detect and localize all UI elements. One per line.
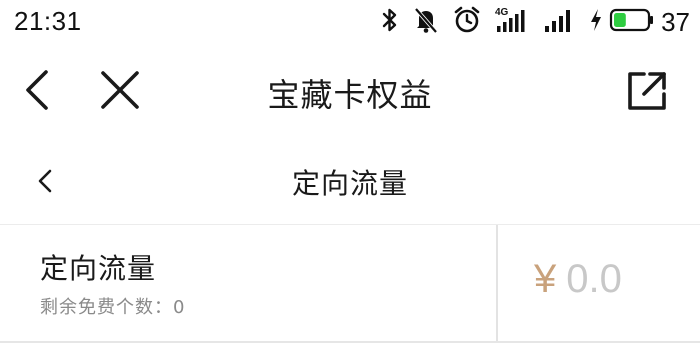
divider — [0, 341, 700, 343]
title-bar: 宝藏卡权益 — [0, 52, 700, 128]
share-button[interactable] — [624, 68, 670, 112]
benefit-remaining-count: 剩余免费个数：0 — [40, 297, 186, 318]
signal-4g-icon: 4G — [495, 6, 529, 38]
share-icon — [628, 72, 666, 110]
battery-icon — [609, 7, 655, 37]
price-amount: 0.0 — [566, 257, 622, 301]
page-title: 宝藏卡权益 — [267, 76, 433, 114]
price: ¥0.0 — [534, 257, 622, 302]
benefit-info[interactable]: 定向流量 剩余免费个数：0 — [0, 225, 496, 341]
sub-header: 定向流量 — [0, 140, 700, 222]
notifications-muted-icon — [413, 6, 439, 38]
battery-fill — [614, 13, 626, 27]
status-icons: 4G 37 — [367, 6, 690, 38]
sub-header-title: 定向流量 — [291, 167, 408, 200]
screen: 21:31 4G 37 宝藏卡权益 定向流量 定向流量 剩余免费个数：0 ¥ 0… — [0, 0, 700, 350]
bluetooth-icon — [381, 7, 399, 37]
price-button[interactable]: ¥0.0 — [498, 225, 700, 341]
benefit-card: 定向流量 剩余免费个数：0 ¥0.0 — [0, 225, 700, 343]
battery-level: 37 — [661, 6, 690, 37]
charging-icon — [589, 7, 603, 37]
alarm-icon — [453, 6, 481, 38]
status-time: 21:31 — [14, 6, 82, 36]
signal-icon — [543, 6, 575, 38]
status-bar: 21:31 4G 37 — [0, 0, 700, 44]
network-label: 4G — [495, 7, 509, 18]
benefit-name: 定向流量 — [40, 252, 157, 285]
currency-symbol: ¥ — [534, 257, 557, 301]
